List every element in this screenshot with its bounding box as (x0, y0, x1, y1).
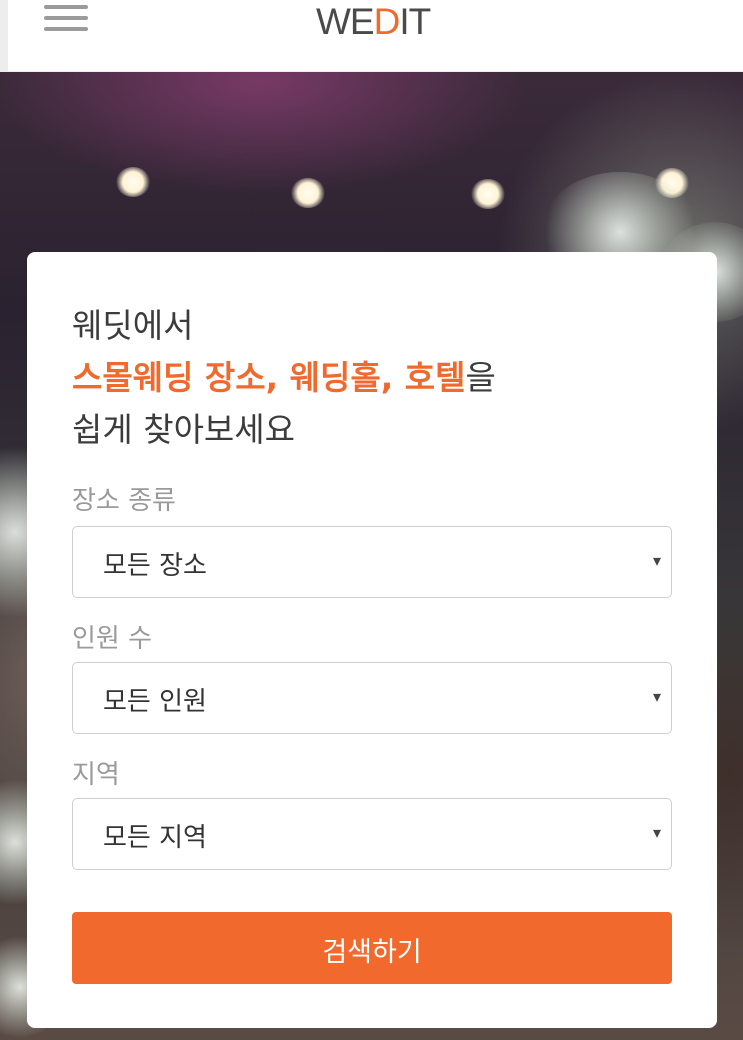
search-headline: 웨딧에서 스몰웨딩 장소, 웨딩홀, 호텔을 쉽게 찾아보세요 (72, 300, 496, 456)
venue-type-select[interactable]: 모든 장소 ▾ (72, 526, 672, 598)
light-bulb (291, 178, 325, 208)
guest-count-value: 모든 인원 (103, 687, 207, 717)
venue-type-value: 모든 장소 (103, 551, 207, 581)
chevron-down-icon: ▾ (652, 687, 661, 706)
headline-line-2: 스몰웨딩 장소, 웨딩홀, 호텔을 (72, 352, 496, 404)
guest-count-label: 인원 수 (72, 624, 153, 654)
headline-suffix: 을 (465, 358, 496, 397)
headline-highlight: 스몰웨딩 장소, 웨딩홀, 호텔 (72, 358, 466, 397)
chevron-down-icon: ▾ (652, 551, 661, 570)
logo-text-it: IT (399, 1, 431, 42)
logo-text-we: WE (316, 1, 375, 42)
headline-line-1: 웨딧에서 (72, 306, 194, 345)
string-lights (0, 112, 743, 209)
chevron-down-icon: ▾ (652, 823, 661, 842)
guest-count-select[interactable]: 모든 인원 ▾ (72, 662, 672, 734)
headline-line-3: 쉽게 찾아보세요 (72, 410, 296, 449)
hamburger-menu-icon[interactable] (42, 5, 90, 37)
venue-type-label: 장소 종류 (72, 486, 176, 516)
search-card: 웨딧에서 스몰웨딩 장소, 웨딩홀, 호텔을 쉽게 찾아보세요 장소 종류 모든… (27, 252, 717, 1028)
left-edge-strip (0, 0, 8, 72)
light-bulb (471, 179, 505, 209)
logo-text-d: D (373, 1, 401, 42)
wedit-logo[interactable]: WEDIT (316, 1, 431, 42)
region-label: 지역 (72, 760, 120, 790)
top-header: WEDIT (0, 0, 743, 72)
search-button-label: 검색하기 (322, 937, 422, 968)
search-button[interactable]: 검색하기 (72, 912, 672, 984)
light-bulb (116, 167, 150, 197)
region-select[interactable]: 모든 지역 ▾ (72, 798, 672, 870)
region-value: 모든 지역 (103, 823, 207, 853)
